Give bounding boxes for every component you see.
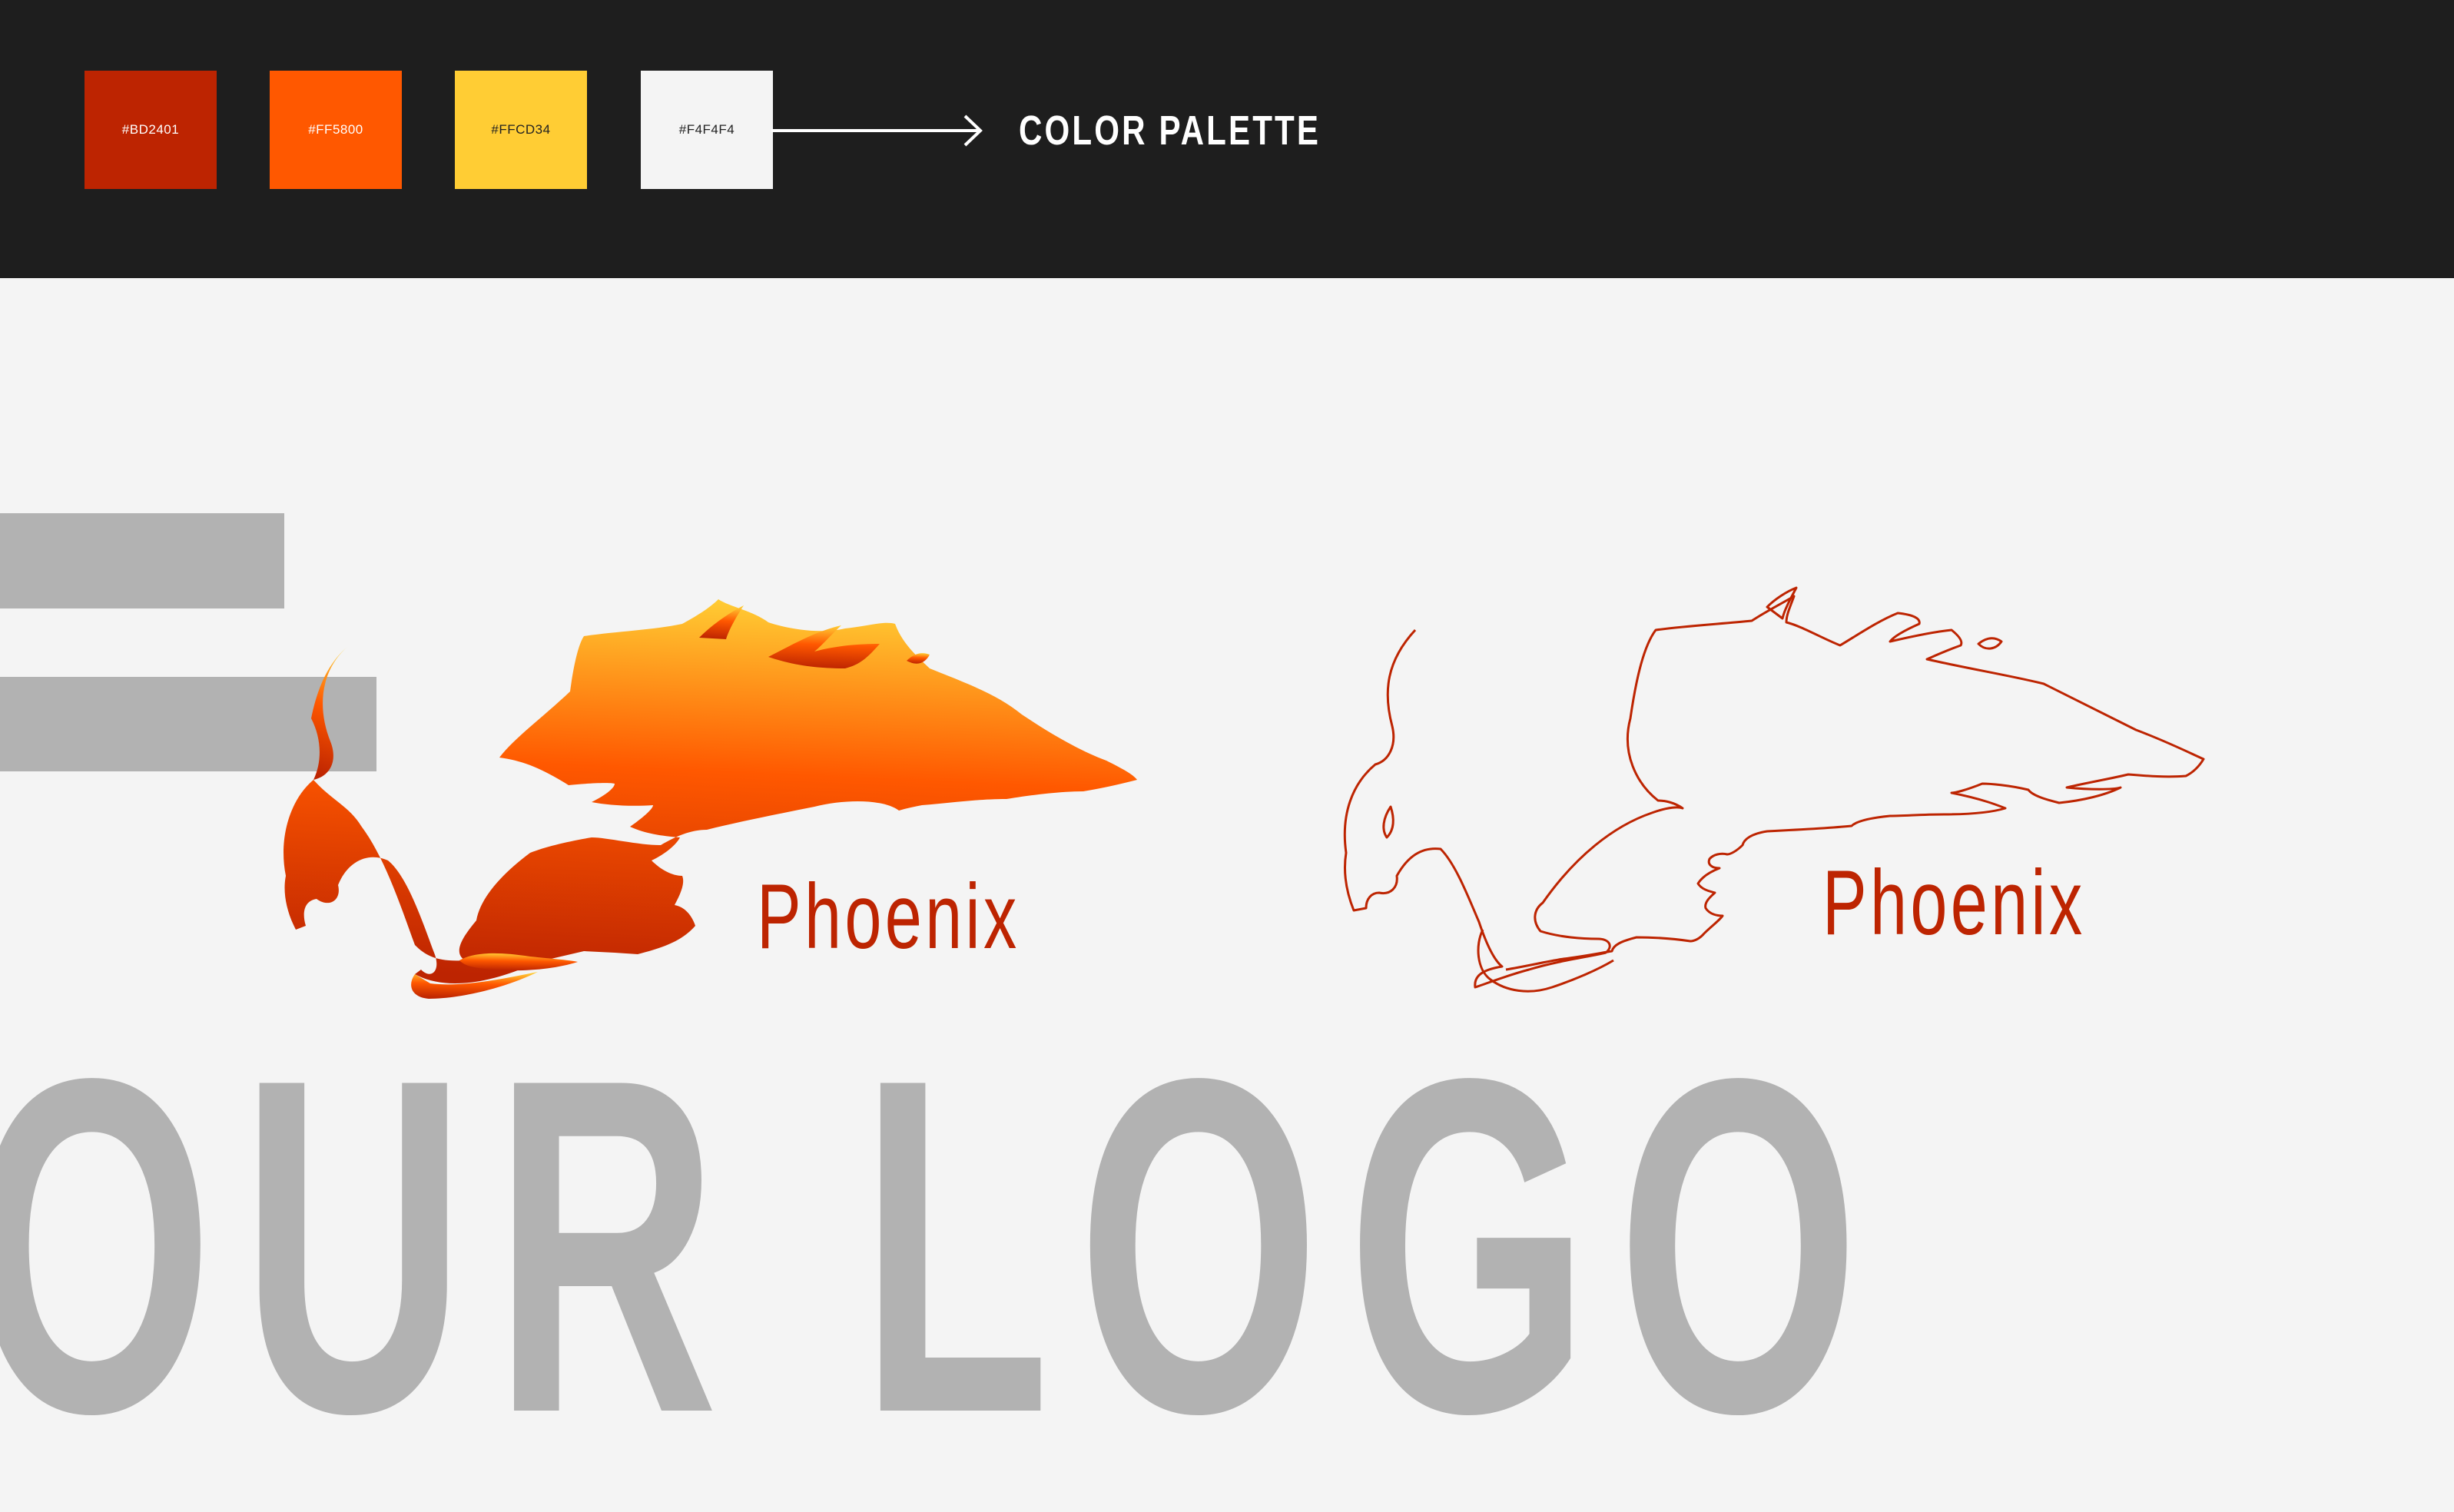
logo-artwork	[284, 586, 2205, 999]
logo-wordmark-filled: Phoenix	[757, 865, 1020, 968]
logo-wordmark-outline: Phoenix	[1822, 851, 2086, 954]
